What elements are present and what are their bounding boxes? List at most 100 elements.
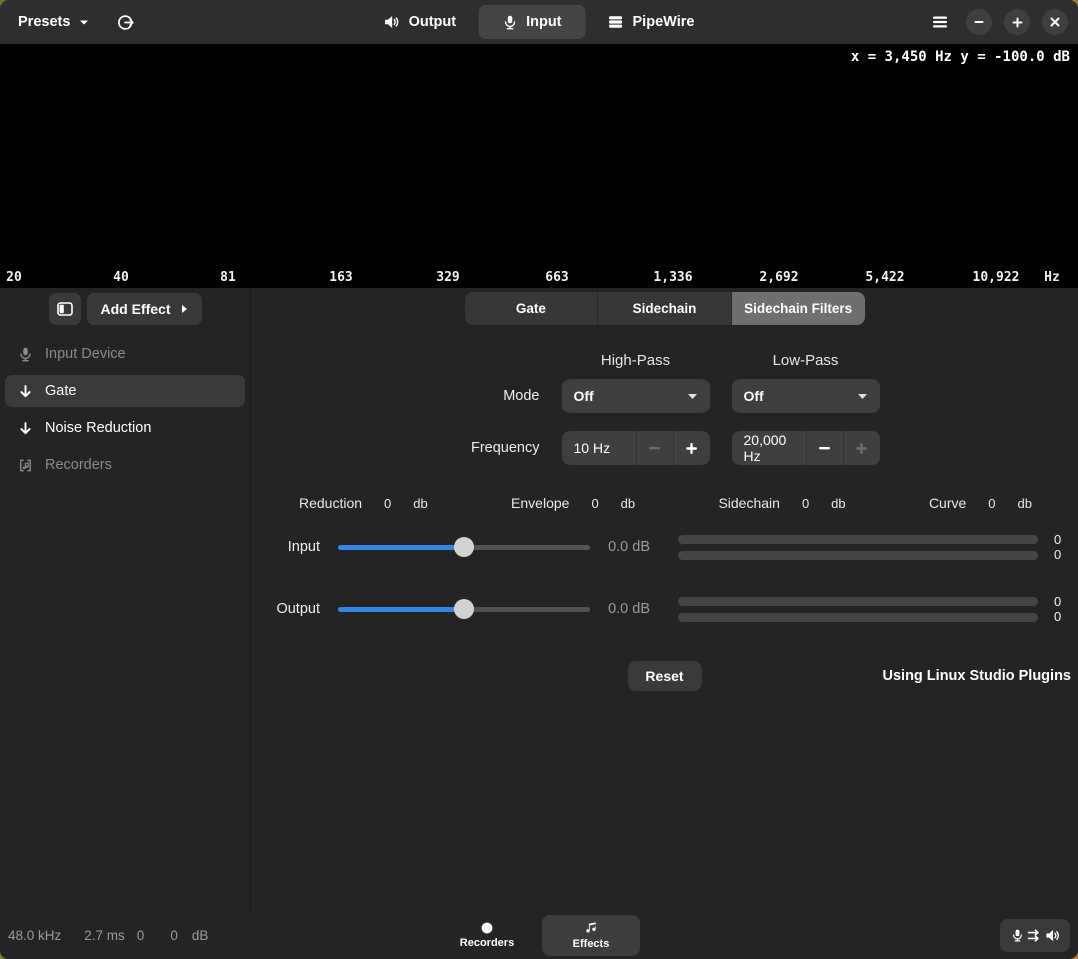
latency: 2.7 ms [84,928,125,943]
output-meter-left-value: 0 [1054,594,1061,609]
high-pass-mode-value: Off [574,388,594,404]
frequency-label: Frequency [450,440,540,456]
spectrum-display[interactable]: x = 3,450 Hz y = -100.0 dB 20 40 81 163 … [0,44,1078,288]
plugin-credit: Using Linux Studio Plugins [883,668,1072,684]
app-window: Presets Output [0,0,1078,959]
caret-down-icon [79,19,89,26]
pipewire-tab[interactable]: PipeWire [608,14,695,30]
input-meter-left-value: 0 [1054,532,1061,547]
low-pass-frequency-value[interactable]: 20,000 Hz [732,431,806,465]
view-label: Effects [573,938,610,950]
metric-sidechain: Sidechain 0 db [718,495,845,511]
minimize-button[interactable] [966,9,992,35]
tab-sidechain-filters[interactable]: Sidechain Filters [732,292,865,325]
presets-label: Presets [18,14,70,30]
low-pass-mode-dropdown[interactable]: Off [732,379,880,413]
input-gain-slider[interactable] [338,537,590,557]
sidebar-item-gate[interactable]: Gate [5,375,245,407]
arrow-down-icon [18,421,33,436]
spectrum-readout: x = 3,450 Hz y = -100.0 dB [851,49,1070,65]
view-switcher: Recorders Effects [438,915,640,956]
record-dot-icon [481,922,493,934]
presets-button[interactable]: Presets [12,8,95,36]
tab-gate[interactable]: Gate [465,292,599,325]
high-pass-frequency-value[interactable]: 10 Hz [562,431,636,465]
slider-thumb[interactable] [454,599,474,619]
axis-tick: 1,336 [653,270,692,285]
io-routing-button[interactable] [1000,919,1070,952]
music-note-icon [584,921,598,935]
sidebar-item-label: Noise Reduction [45,420,151,436]
output-meter-left [678,597,1038,606]
microphone-icon [1011,929,1024,942]
output-gain-slider[interactable] [338,599,590,619]
output-gain-row: Output 0.0 dB 0 0 [276,583,1078,635]
metric-reduction: Reduction 0 db [299,495,428,511]
low-pass-frequency-spinner: 20,000 Hz [732,431,880,465]
mode-label: Mode [450,388,540,404]
view-effects[interactable]: Effects [542,915,640,956]
increment-button[interactable] [673,431,710,465]
axis-tick: 663 [545,270,568,285]
metric-label: Sidechain [718,495,780,511]
metric-label: Curve [929,495,966,511]
tab-sidechain[interactable]: Sidechain [598,292,732,325]
metric-value: 0 [988,496,995,511]
routing-arrows-icon [1027,929,1042,942]
view-recorders[interactable]: Recorders [438,915,536,956]
axis-tick: 163 [329,270,352,285]
status-bar: 48.0 kHz 2.7 ms 0 0 dB Recorders Effects [0,912,1078,959]
pipewire-label: PipeWire [633,14,695,30]
metric-envelope: Envelope 0 db [511,495,635,511]
microphone-icon [18,347,33,362]
decrement-button[interactable] [806,431,843,465]
menu-button[interactable] [926,10,954,34]
axis-tick: 20 [6,270,22,285]
axis-tick: 81 [220,270,236,285]
gate-metrics-row: Reduction 0 db Envelope 0 db Sidechain 0… [299,495,1032,511]
output-meter-right [678,613,1038,622]
metric-value: 0 [802,496,809,511]
sidebar-toggle-button[interactable] [49,293,81,325]
bypass-icon [117,14,134,31]
high-pass-mode-dropdown[interactable]: Off [562,379,710,413]
reset-button[interactable]: Reset [627,661,701,691]
sidebar-item-noise-reduction[interactable]: Noise Reduction [5,412,245,444]
maximize-button[interactable] [1004,9,1030,35]
input-gain-label: Input [276,539,320,555]
high-pass-frequency-spinner: 10 Hz [562,431,710,465]
bypass-button[interactable] [111,8,140,37]
sidebar-item-label: Recorders [45,457,112,473]
caret-right-icon [181,304,188,314]
input-level-meters: 0 0 [678,532,1061,562]
chevron-down-icon [687,393,698,400]
increment-button[interactable] [843,431,880,465]
plus-icon [1012,17,1023,28]
axis-tick: 40 [113,270,129,285]
slider-thumb[interactable] [454,537,474,557]
input-meter-left [678,535,1038,544]
metric-unit: db [831,496,845,511]
slider-fill [338,545,464,550]
sidechain-filters-grid: High-Pass Low-Pass Mode Off Off Frequenc… [450,352,880,465]
decrement-button[interactable] [636,431,673,465]
output-label: Output [409,14,457,30]
add-effect-button[interactable]: Add Effect [87,293,202,325]
output-tab[interactable]: Output [384,14,457,30]
metric-value: 0 [591,496,598,511]
low-pass-title: Low-Pass [732,352,880,379]
minimize-icon [974,17,984,27]
sidebar-item-input-device[interactable]: Input Device [5,338,245,370]
close-icon [1050,17,1060,27]
input-tab[interactable]: Input [478,5,585,39]
high-pass-title: High-Pass [562,352,710,379]
axis-tick: 10,922 [973,270,1020,285]
sidebar-item-recorders[interactable]: Recorders [5,449,245,481]
effects-sidebar: Add Effect Input Device [0,288,251,912]
recorders-icon [18,458,33,473]
metric-value: 0 [384,496,391,511]
header-bar: Presets Output [0,0,1078,44]
output-gain-label: Output [276,601,320,617]
close-button[interactable] [1042,9,1068,35]
chevron-down-icon [857,393,868,400]
